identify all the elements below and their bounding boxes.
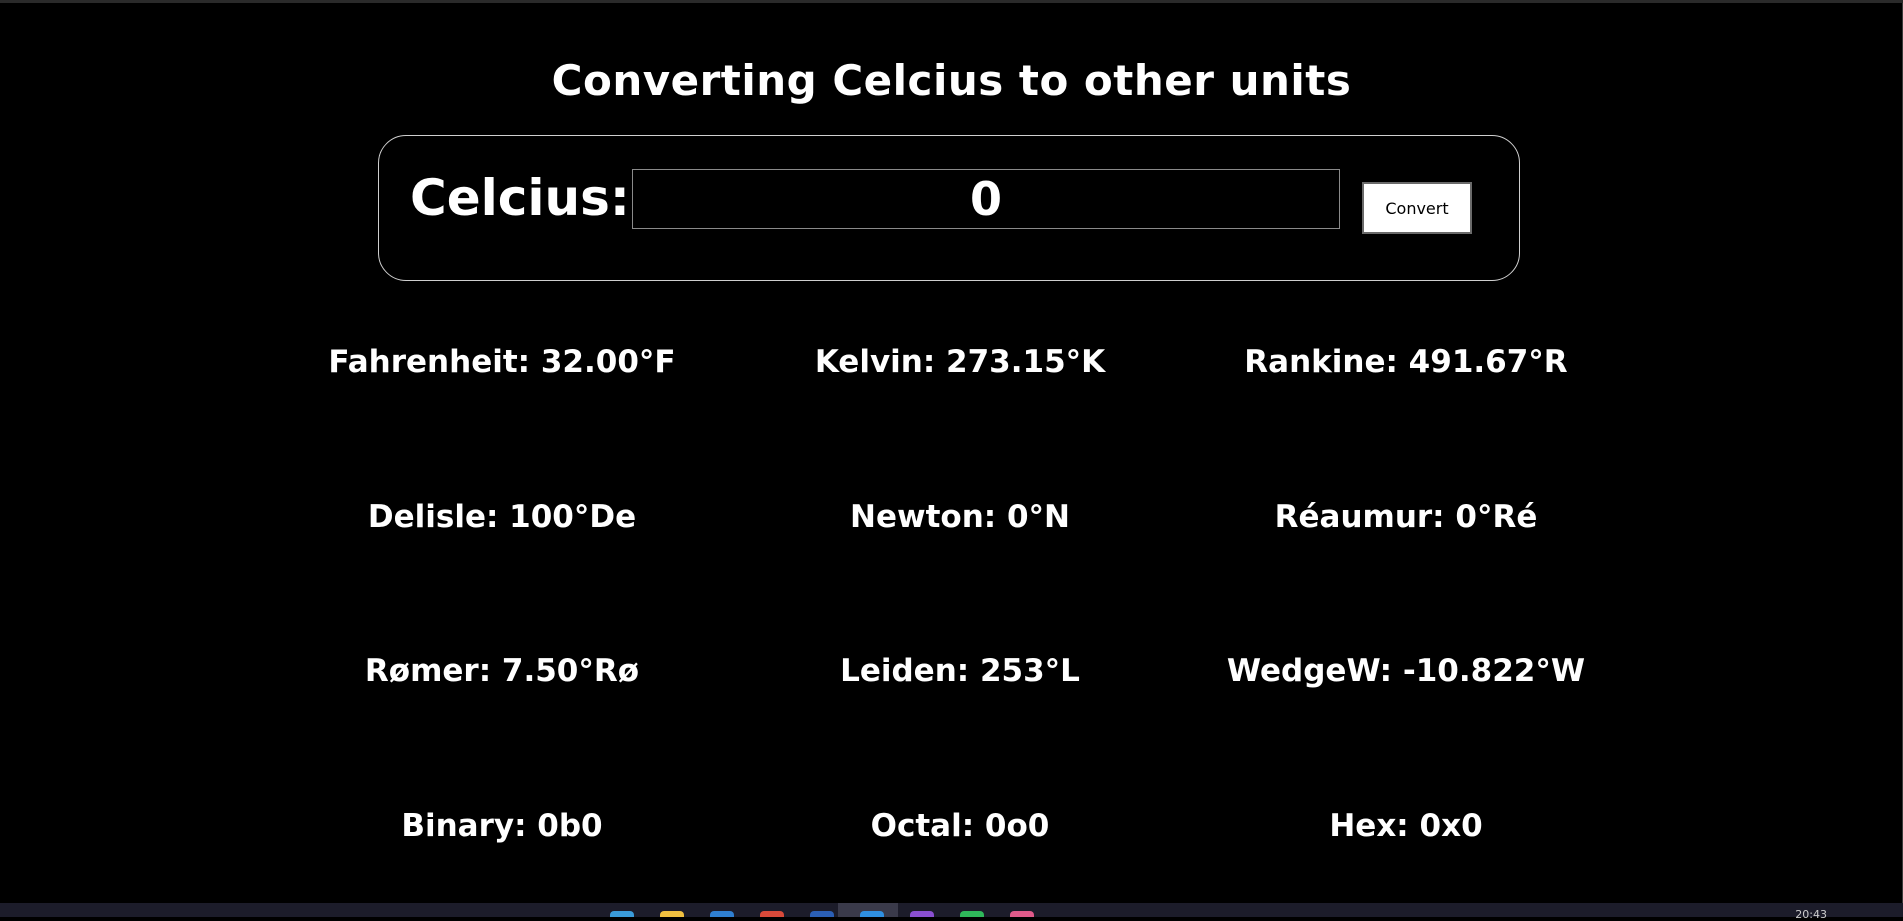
result-leiden: Leiden: 253°L <box>840 653 1080 689</box>
photos-icon[interactable] <box>1010 911 1034 917</box>
store-icon[interactable] <box>710 911 734 917</box>
result-binary: Binary: 0b0 <box>401 808 603 844</box>
result-kelvin: Kelvin: 273.15°K <box>814 344 1106 380</box>
taskbar-clock[interactable]: 20:43 <box>1795 908 1827 921</box>
word-icon[interactable] <box>810 911 834 917</box>
result-rankine: Rankine: 491.67°R <box>1244 344 1568 380</box>
edge-icon[interactable] <box>610 911 634 917</box>
result-hex: Hex: 0x0 <box>1329 808 1483 844</box>
vscode-icon[interactable] <box>860 911 884 917</box>
folder-icon[interactable] <box>660 911 684 917</box>
result-wedgewood: WedgeW: -10.822°W <box>1226 653 1586 689</box>
taskbar <box>0 903 1903 917</box>
app-icon[interactable] <box>910 911 934 917</box>
result-reaumur: Réaumur: 0°Ré <box>1274 499 1538 535</box>
results-grid: Fahrenheit: 32.00°F Kelvin: 273.15°K Ran… <box>0 0 1903 917</box>
result-delisle: Delisle: 100°De <box>367 499 637 535</box>
result-fahrenheit: Fahrenheit: 32.00°F <box>328 344 676 380</box>
result-romer: Rømer: 7.50°Rø <box>364 653 640 689</box>
result-octal: Octal: 0o0 <box>870 808 1050 844</box>
spotify-icon[interactable] <box>960 911 984 917</box>
result-newton: Newton: 0°N <box>850 499 1070 535</box>
chrome-icon[interactable] <box>760 911 784 917</box>
